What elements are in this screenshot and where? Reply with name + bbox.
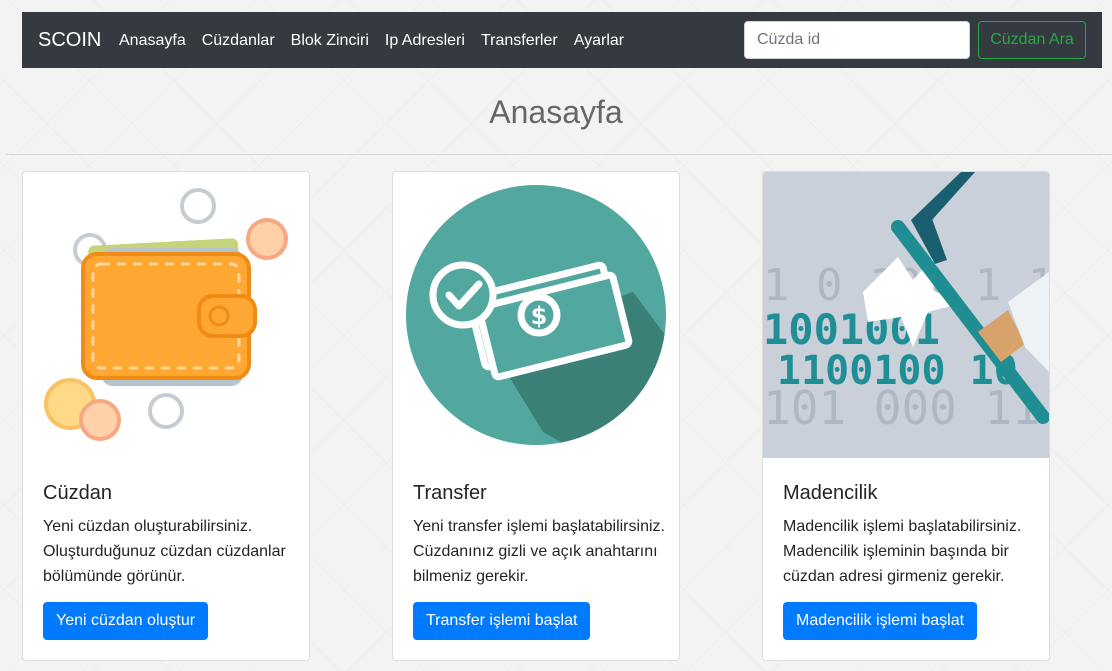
card-title: Transfer	[413, 482, 487, 504]
card-text: Yeni transfer işlemi başlatabilirsiniz. …	[413, 518, 665, 585]
nav-link-ayarlar[interactable]: Ayarlar	[574, 31, 624, 51]
wallet-search-button[interactable]: Cüzdan Ara	[978, 21, 1086, 59]
nav-links: Anasayfa Cüzdanlar Blok Zinciri Ip Adres…	[119, 31, 640, 51]
wallet-search-input[interactable]	[744, 21, 970, 59]
card-title: Cüzdan	[43, 482, 112, 504]
svg-text:$: $	[531, 302, 548, 330]
wallet-illustration-icon	[44, 188, 288, 441]
nav-link-ip-adresleri[interactable]: Ip Adresleri	[385, 31, 465, 51]
top-navbar: SCOIN Anasayfa Cüzdanlar Blok Zinciri Ip…	[22, 12, 1102, 68]
nav-link-anasayfa[interactable]: Anasayfa	[119, 31, 186, 51]
nav-link-cuzdanlar[interactable]: Cüzdanlar	[202, 31, 275, 51]
card-text: Madencilik işlemi başlatabilirsiniz. Mad…	[783, 518, 1022, 585]
card-text: Yeni cüzdan oluşturabilirsiniz. Oluşturd…	[43, 518, 286, 585]
start-transfer-button[interactable]: Transfer işlemi başlat	[413, 602, 591, 640]
brand-logo[interactable]: SCOIN	[38, 28, 101, 52]
start-mining-button[interactable]: Madencilik işlemi başlat	[783, 602, 978, 640]
mining-card: 1 0 101 1 1 1 1001001 1100100 10 101 000…	[762, 171, 1050, 661]
wallet-card: Cüzdan Yeni cüzdan oluşturabilirsiniz. O…	[22, 171, 310, 661]
nav-link-transferler[interactable]: Transferler	[481, 31, 558, 51]
money-transfer-illustration-icon: $	[406, 185, 666, 445]
card-title: Madencilik	[783, 482, 878, 504]
mining-pickaxe-illustration-icon: 1 0 101 1 1 1 1001001 1100100 10 101 000…	[763, 172, 1049, 458]
page-title: Anasayfa	[489, 94, 623, 130]
transfer-card: $ Transfer Yeni transfer işlemi başlatab…	[392, 171, 680, 661]
binary-line: 101 000 11	[763, 381, 1040, 435]
divider	[6, 154, 1112, 155]
nav-link-blok-zinciri[interactable]: Blok Zinciri	[291, 31, 369, 51]
create-wallet-button[interactable]: Yeni cüzdan oluştur	[43, 602, 209, 640]
